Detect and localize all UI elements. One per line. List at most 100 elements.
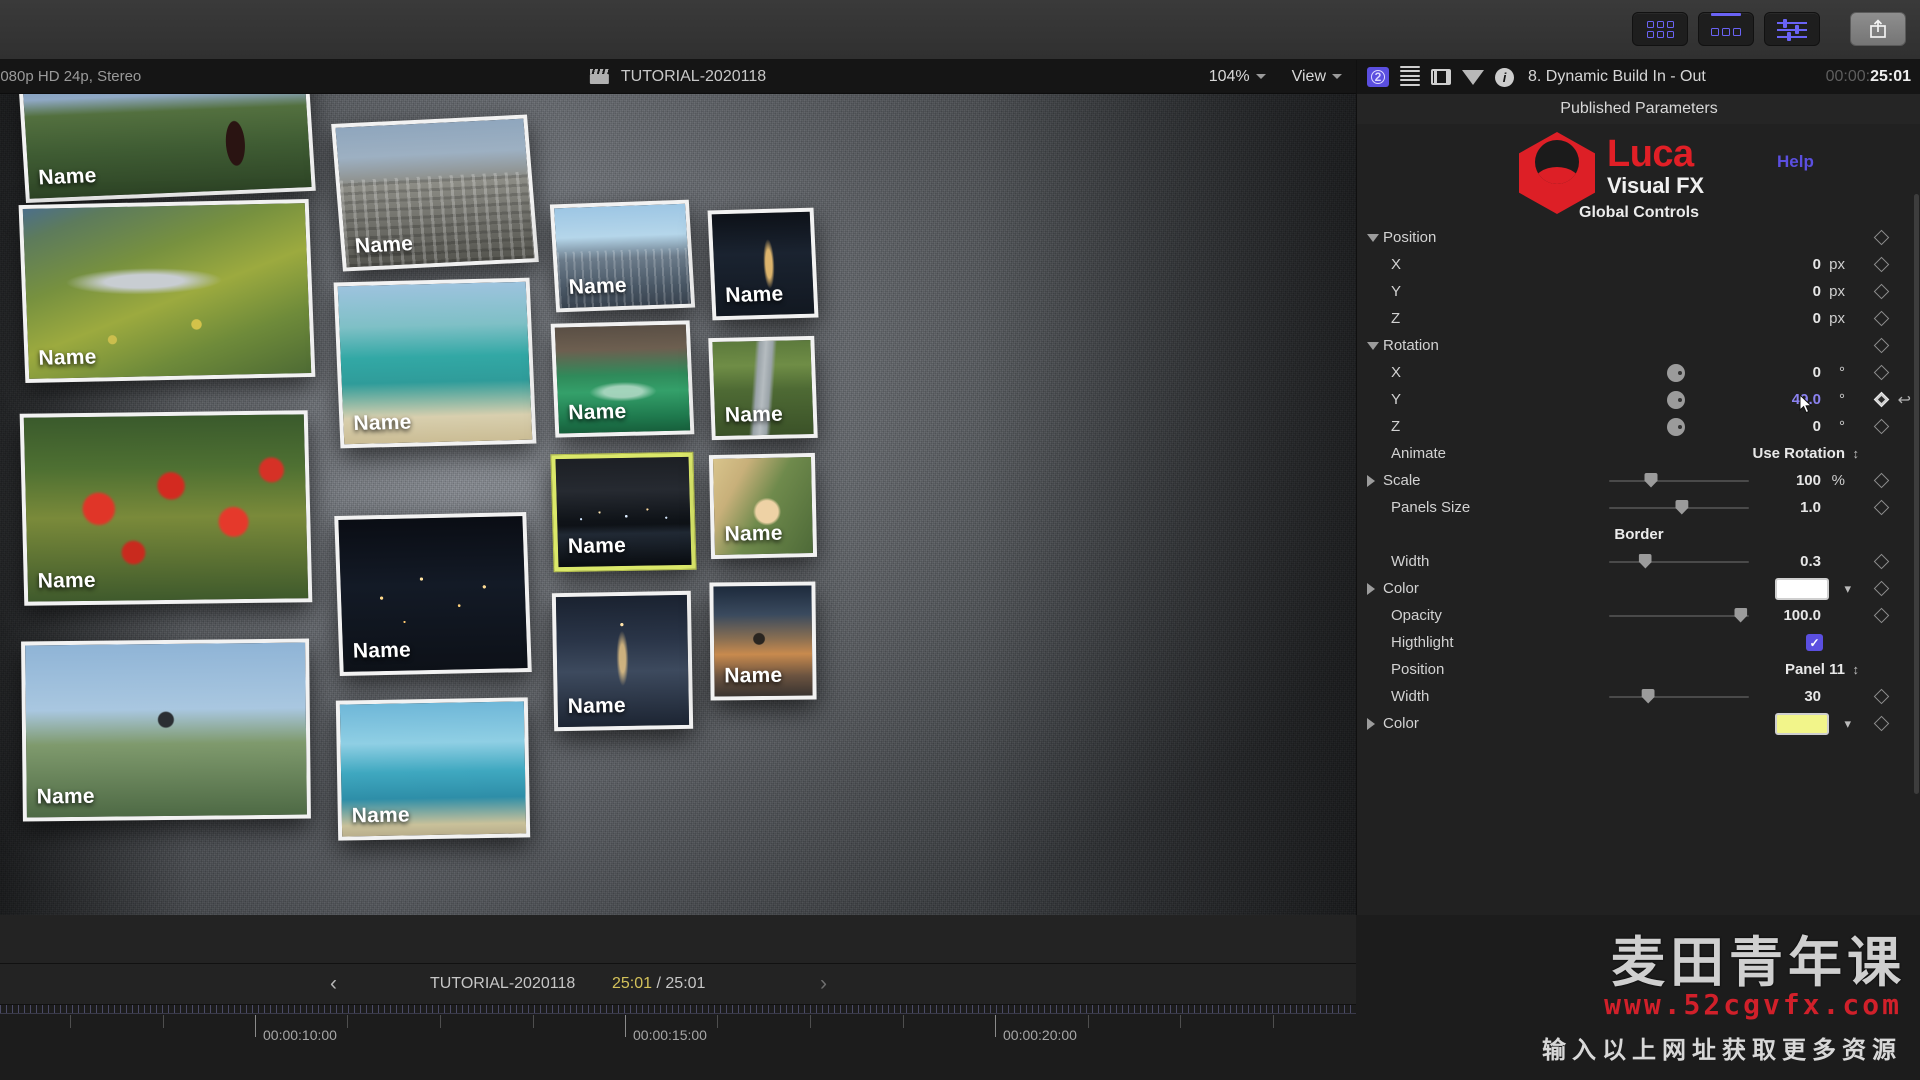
param-row-highlight-color[interactable]: Color ▾ (1357, 710, 1920, 737)
video-panel[interactable]: Name (550, 320, 695, 438)
param-label: Width (1391, 553, 1430, 570)
param-value-active[interactable]: 49.0 (1792, 391, 1821, 408)
animate-popup-value[interactable]: Use Rotation (1752, 445, 1845, 462)
keyframe-icon[interactable] (1873, 607, 1890, 624)
param-value[interactable]: 0 (1813, 418, 1821, 435)
keyframe-icon[interactable] (1873, 418, 1890, 435)
keyframe-icon[interactable] (1873, 283, 1890, 300)
video-tab-icon[interactable] (1431, 69, 1451, 85)
video-panel[interactable]: Name (551, 590, 694, 732)
video-panel[interactable]: Name (549, 199, 696, 313)
video-panel[interactable]: Name (334, 512, 532, 676)
timeline-back-button[interactable]: ‹ (330, 972, 337, 996)
keyframe-icon[interactable] (1873, 256, 1890, 273)
param-row-position-z[interactable]: Z 0 px (1357, 305, 1920, 332)
keyframe-icon[interactable] (1873, 580, 1890, 597)
disclosure-triangle-icon[interactable] (1367, 474, 1375, 487)
param-label: Color (1383, 580, 1419, 597)
param-row-rotation-x[interactable]: X 0 ° (1357, 359, 1920, 386)
effects-tab-icon[interactable] (1462, 69, 1484, 85)
param-value[interactable]: 0 (1813, 283, 1821, 300)
border-opacity-slider[interactable] (1609, 607, 1749, 623)
keyframe-icon[interactable] (1873, 337, 1890, 354)
highlight-checkbox[interactable]: ✓ (1806, 634, 1823, 651)
video-panel[interactable]: Name (335, 697, 531, 841)
scale-slider[interactable] (1609, 472, 1749, 488)
view-menu-button[interactable]: View (1292, 68, 1342, 86)
param-value[interactable]: 1.0 (1800, 499, 1821, 516)
video-panel[interactable]: Name (18, 199, 316, 383)
keyframe-icon[interactable] (1873, 499, 1890, 516)
keyframe-icon[interactable] (1873, 553, 1890, 570)
param-row-scale[interactable]: Scale 100 % (1357, 467, 1920, 494)
param-group-position[interactable]: Position (1357, 224, 1920, 251)
keyframe-icon[interactable] (1873, 229, 1890, 246)
video-badge-icon[interactable]: 2 (1367, 67, 1389, 87)
duration-total: 25:01 (665, 975, 706, 992)
param-row-highlight-position[interactable]: Position Panel 11 ↕ (1357, 656, 1920, 683)
highlight-position-value[interactable]: Panel 11 (1785, 661, 1845, 678)
timeline-button[interactable] (1698, 12, 1754, 46)
param-value[interactable]: 0 (1813, 310, 1821, 327)
keyframe-icon[interactable] (1873, 472, 1890, 489)
param-row-position-y[interactable]: Y 0 px (1357, 278, 1920, 305)
rotation-dial[interactable] (1667, 363, 1685, 382)
param-row-panels-size[interactable]: Panels Size 1.0 (1357, 494, 1920, 521)
param-row-border-width[interactable]: Width 0.3 (1357, 548, 1920, 575)
browser-button[interactable] (1632, 12, 1688, 46)
param-row-highlight-width[interactable]: Width 30 (1357, 683, 1920, 710)
rotation-dial[interactable] (1667, 390, 1685, 409)
video-panel[interactable]: Name (18, 94, 316, 203)
border-color-swatch[interactable] (1775, 577, 1829, 600)
viewer-canvas[interactable]: Name Name Name Name Name Name Name Name … (0, 94, 1356, 915)
reset-parameter-button[interactable]: ↩ (1898, 390, 1911, 410)
chevron-down-icon[interactable]: ▾ (1844, 581, 1851, 597)
param-row-border-opacity[interactable]: Opacity 100.0 (1357, 602, 1920, 629)
inspector-button[interactable] (1764, 12, 1820, 46)
keyframe-icon[interactable] (1873, 715, 1890, 732)
chevron-down-icon[interactable]: ▾ (1844, 716, 1851, 732)
disclosure-triangle-icon[interactable] (1367, 341, 1379, 350)
video-panel[interactable]: Name (707, 207, 819, 321)
info-tab-icon[interactable]: i (1495, 67, 1514, 87)
video-panel[interactable]: Name (708, 452, 818, 560)
disclosure-triangle-icon[interactable] (1367, 717, 1375, 730)
audio-tab-icon[interactable] (1400, 65, 1420, 89)
param-row-rotation-y[interactable]: Y 49.0 ° ↩ (1357, 386, 1920, 414)
param-row-animate[interactable]: Animate Use Rotation ↕ (1357, 440, 1920, 467)
param-value[interactable]: 0 (1813, 364, 1821, 381)
param-value[interactable]: 30 (1804, 688, 1821, 705)
keyframe-icon-active[interactable] (1873, 391, 1890, 408)
border-width-slider[interactable] (1609, 553, 1749, 569)
video-panel[interactable]: Name (21, 638, 311, 822)
video-panel[interactable]: Name (19, 410, 313, 606)
video-panel[interactable]: Name (333, 277, 537, 449)
help-link[interactable]: Help (1777, 152, 1814, 172)
highlight-width-slider[interactable] (1609, 688, 1749, 704)
share-button[interactable] (1850, 12, 1906, 46)
panels-size-slider[interactable] (1609, 499, 1749, 515)
video-panel[interactable]: Name (708, 335, 818, 441)
param-row-rotation-z[interactable]: Z 0 ° (1357, 413, 1920, 440)
video-panel[interactable]: Name (709, 581, 817, 701)
keyframe-icon[interactable] (1873, 310, 1890, 327)
disclosure-triangle-icon[interactable] (1367, 582, 1375, 595)
keyframe-icon[interactable] (1873, 688, 1890, 705)
video-panel[interactable]: Name (331, 114, 539, 272)
param-value[interactable]: 0.3 (1800, 553, 1821, 570)
highlight-color-swatch[interactable] (1775, 712, 1829, 735)
param-value[interactable]: 100.0 (1783, 607, 1821, 624)
param-value[interactable]: 0 (1813, 256, 1821, 273)
param-row-position-x[interactable]: X 0 px (1357, 251, 1920, 278)
timeline-forward-button[interactable]: › (820, 972, 827, 996)
share-icon (1870, 19, 1886, 38)
disclosure-triangle-icon[interactable] (1367, 233, 1379, 242)
zoom-level-button[interactable]: 104% (1209, 68, 1266, 86)
param-row-highlight[interactable]: Higthlight ✓ (1357, 629, 1920, 656)
param-row-border-color[interactable]: Color ▾ (1357, 575, 1920, 602)
keyframe-icon[interactable] (1873, 364, 1890, 381)
rotation-dial[interactable] (1667, 417, 1685, 436)
video-panel-selected[interactable]: Name (551, 452, 696, 572)
param-value[interactable]: 100 (1796, 472, 1821, 489)
param-group-rotation[interactable]: Rotation (1357, 332, 1920, 359)
